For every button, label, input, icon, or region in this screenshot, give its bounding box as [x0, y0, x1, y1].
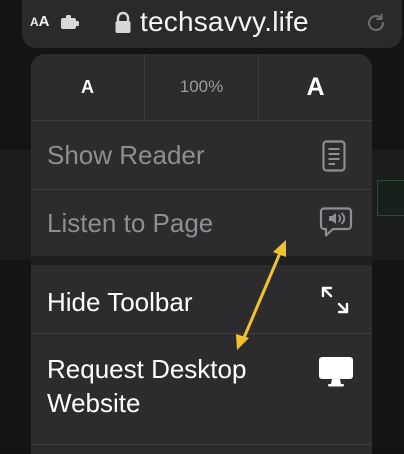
- zoom-in-button[interactable]: A: [259, 54, 372, 120]
- page-menu: A 100% A Show Reader Listen to Page Hide…: [31, 54, 372, 454]
- hide-toolbar-label: Hide Toolbar: [47, 287, 193, 317]
- text-size-large-glyph: A: [38, 13, 50, 30]
- show-reader-label: Show Reader: [47, 140, 205, 170]
- zoom-in-label: A: [306, 72, 325, 101]
- speech-bubble-icon: [319, 207, 353, 237]
- show-reader-item[interactable]: Show Reader: [31, 121, 372, 189]
- listen-to-page-label: Listen to Page: [47, 208, 214, 238]
- lock-icon: [115, 11, 131, 33]
- extension-icon[interactable]: [60, 14, 80, 32]
- page-settings-button[interactable]: AA: [30, 13, 50, 30]
- reload-icon[interactable]: [365, 12, 387, 34]
- zoom-out-button[interactable]: A: [31, 54, 145, 120]
- zoom-level-value: 100%: [179, 77, 224, 96]
- text-size-small-glyph: A: [30, 15, 39, 29]
- zoom-out-label: A: [81, 76, 94, 97]
- request-desktop-website-label: Request Desktop Website: [47, 354, 247, 418]
- desktop-icon: [319, 357, 353, 387]
- expand-arrows-icon: [321, 286, 349, 314]
- page-content-fragment: [377, 180, 404, 216]
- zoom-controls: A 100% A: [31, 54, 372, 120]
- address-bar[interactable]: AA techsavvy.life: [22, 0, 402, 48]
- reader-icon: [322, 140, 346, 172]
- hide-toolbar-item[interactable]: Hide Toolbar: [31, 265, 372, 333]
- listen-to-page-item[interactable]: Listen to Page: [31, 190, 372, 256]
- menu-divider: [31, 444, 372, 445]
- url-domain[interactable]: techsavvy.life: [140, 6, 309, 38]
- menu-group-separator: [31, 256, 372, 265]
- request-desktop-website-item[interactable]: Request Desktop Website: [31, 334, 372, 444]
- zoom-level: 100%: [145, 54, 259, 120]
